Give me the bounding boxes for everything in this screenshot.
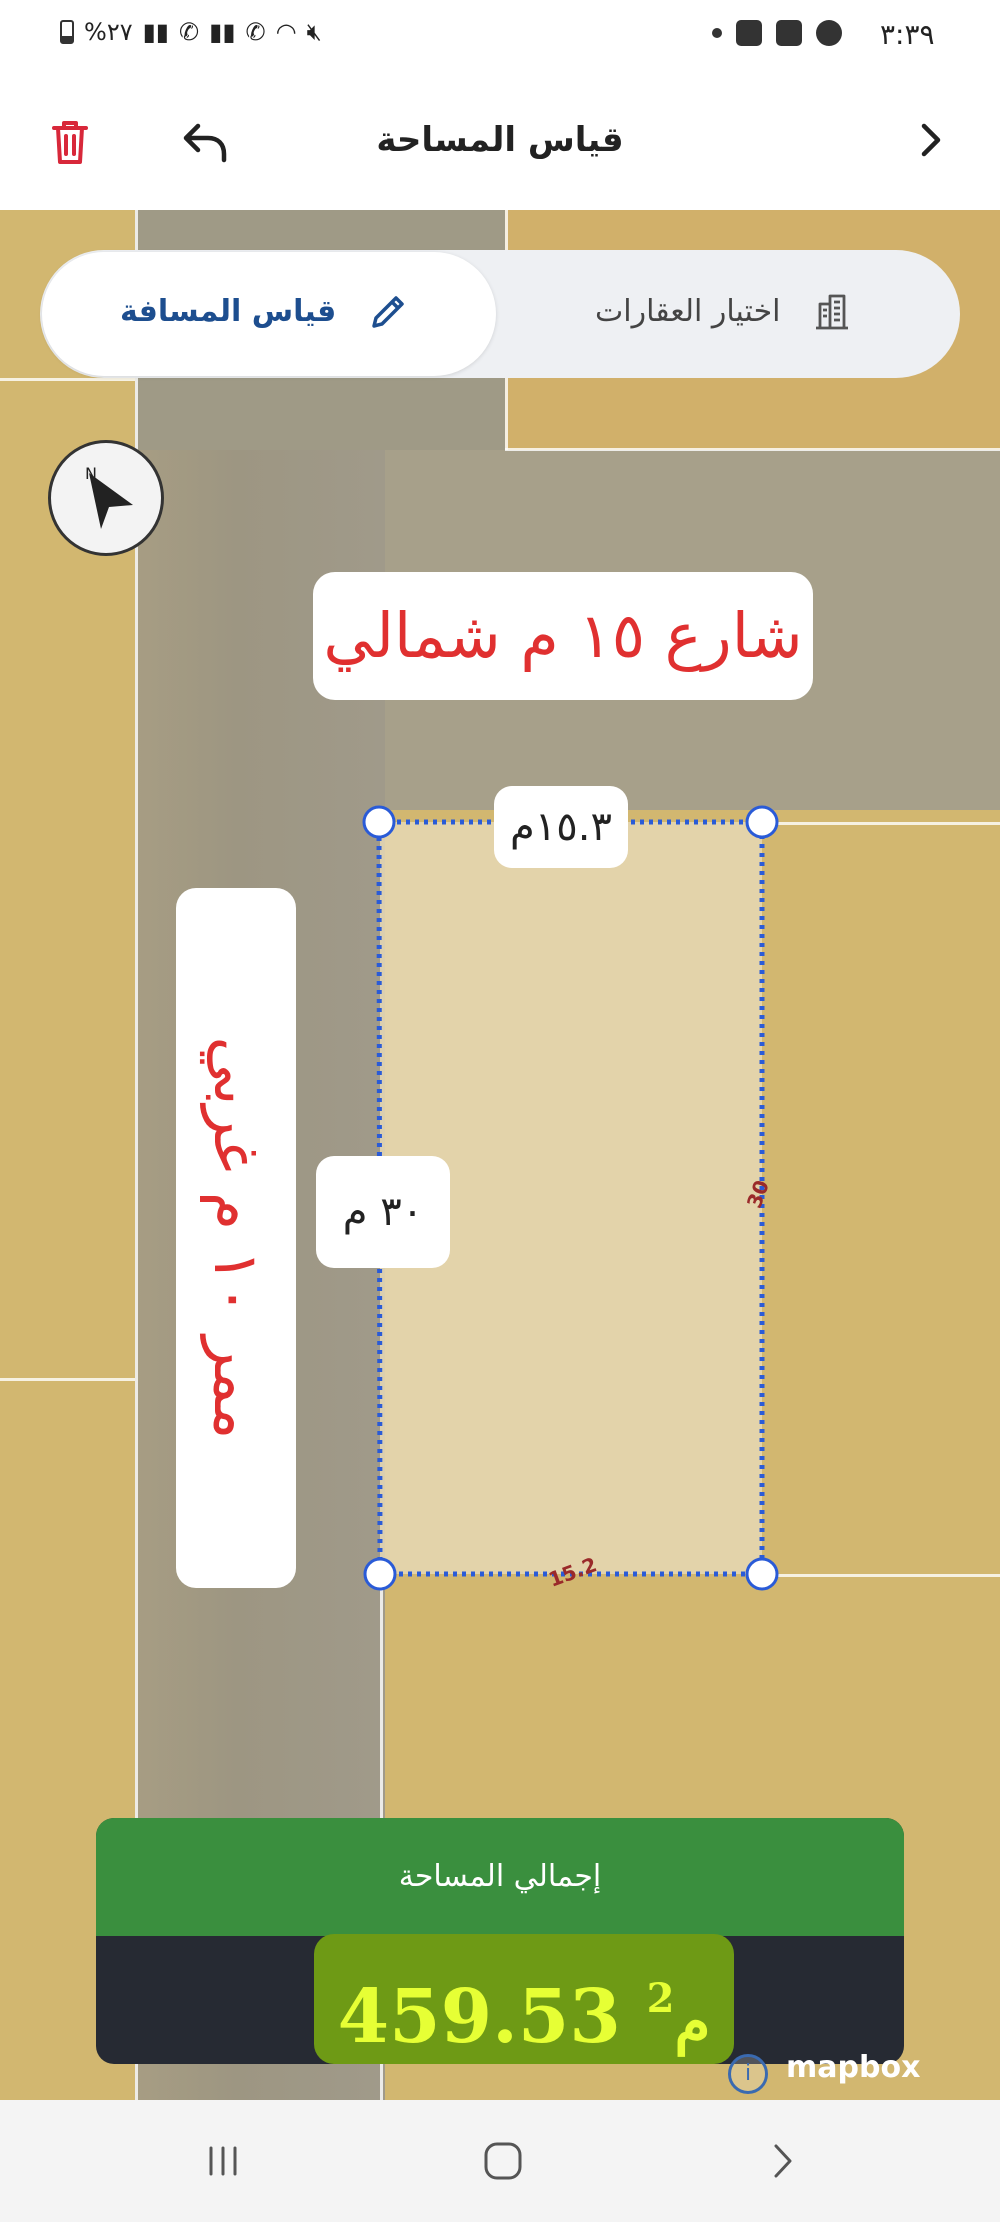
street-label-west-box: ممر ١٠ م غربي — [176, 888, 296, 1588]
back-nav-icon[interactable] — [758, 2136, 808, 2186]
vertex-handle — [745, 1557, 779, 1591]
svg-text:N: N — [85, 464, 97, 483]
mode-toggle: قياس المسافة اختيار العقارات — [40, 250, 960, 378]
signal-2-icon: ▮▮ — [209, 18, 236, 46]
building-icon — [816, 294, 848, 330]
info-icon[interactable]: i — [728, 2054, 768, 2094]
mapbox-logo-text: mapbox — [786, 2050, 921, 2085]
street-label-north: شارع ١٥ م شمالي — [313, 572, 813, 700]
battery-percent: %٢٧ — [84, 18, 133, 46]
recent-apps-icon[interactable] — [198, 2136, 248, 2186]
total-area-heading: إجمالي المساحة — [96, 1818, 904, 1936]
signal-icon: ▮▮ — [142, 18, 170, 46]
wifi-call-2-icon: ✆ — [245, 18, 266, 46]
tab-select-properties[interactable]: اختيار العقارات — [595, 294, 780, 329]
gallery-notification-icon — [776, 20, 802, 46]
compass-arrow-icon: N — [85, 464, 133, 529]
compass-button[interactable]: N — [48, 440, 164, 556]
area-value: م2 459.53 — [314, 1934, 734, 2064]
status-left-icons: %٢٧ ▮▮ ✆ ▮▮ ✆ ◠ 🔇︎ — [60, 18, 322, 46]
area-unit: م — [674, 1988, 711, 2056]
notification-dot-icon — [712, 28, 722, 38]
app-bar: قياس المساحة — [0, 70, 1000, 210]
back-chevron-icon[interactable] — [910, 118, 954, 162]
tab-measure-distance-label: قياس المسافة — [120, 294, 337, 329]
page-title: قياس المساحة — [376, 120, 624, 160]
dimension-label-top: ١٥.٣م — [494, 786, 628, 868]
mapbox-attribution: mapbox — [786, 2050, 920, 2085]
status-right-icons — [712, 20, 842, 46]
status-bar: %٢٧ ▮▮ ✆ ▮▮ ✆ ◠ 🔇︎ ٣:٣٩ — [0, 0, 1000, 70]
area-unit-power: 2 — [646, 1975, 675, 2022]
system-nav-bar — [0, 2100, 1000, 2222]
battery-icon — [60, 20, 74, 44]
street-label-west: ممر ١٠ م غربي — [200, 1036, 273, 1440]
mute-icon: 🔇︎ — [306, 18, 322, 46]
home-icon[interactable] — [478, 2136, 528, 2186]
dimension-label-left: ٣٠ م — [316, 1156, 450, 1268]
check-notification-icon — [736, 20, 762, 46]
wifi-call-icon: ✆ — [179, 18, 200, 46]
pencil-icon — [372, 296, 404, 328]
vertex-handle — [363, 1557, 397, 1591]
messenger-icon — [816, 20, 842, 46]
vertex-handle — [745, 805, 779, 839]
vertex-handle — [362, 805, 396, 839]
status-time: ٣:٣٩ — [880, 18, 935, 51]
area-number: 459.53 — [337, 1974, 621, 2060]
wifi-icon: ◠ — [275, 18, 297, 46]
